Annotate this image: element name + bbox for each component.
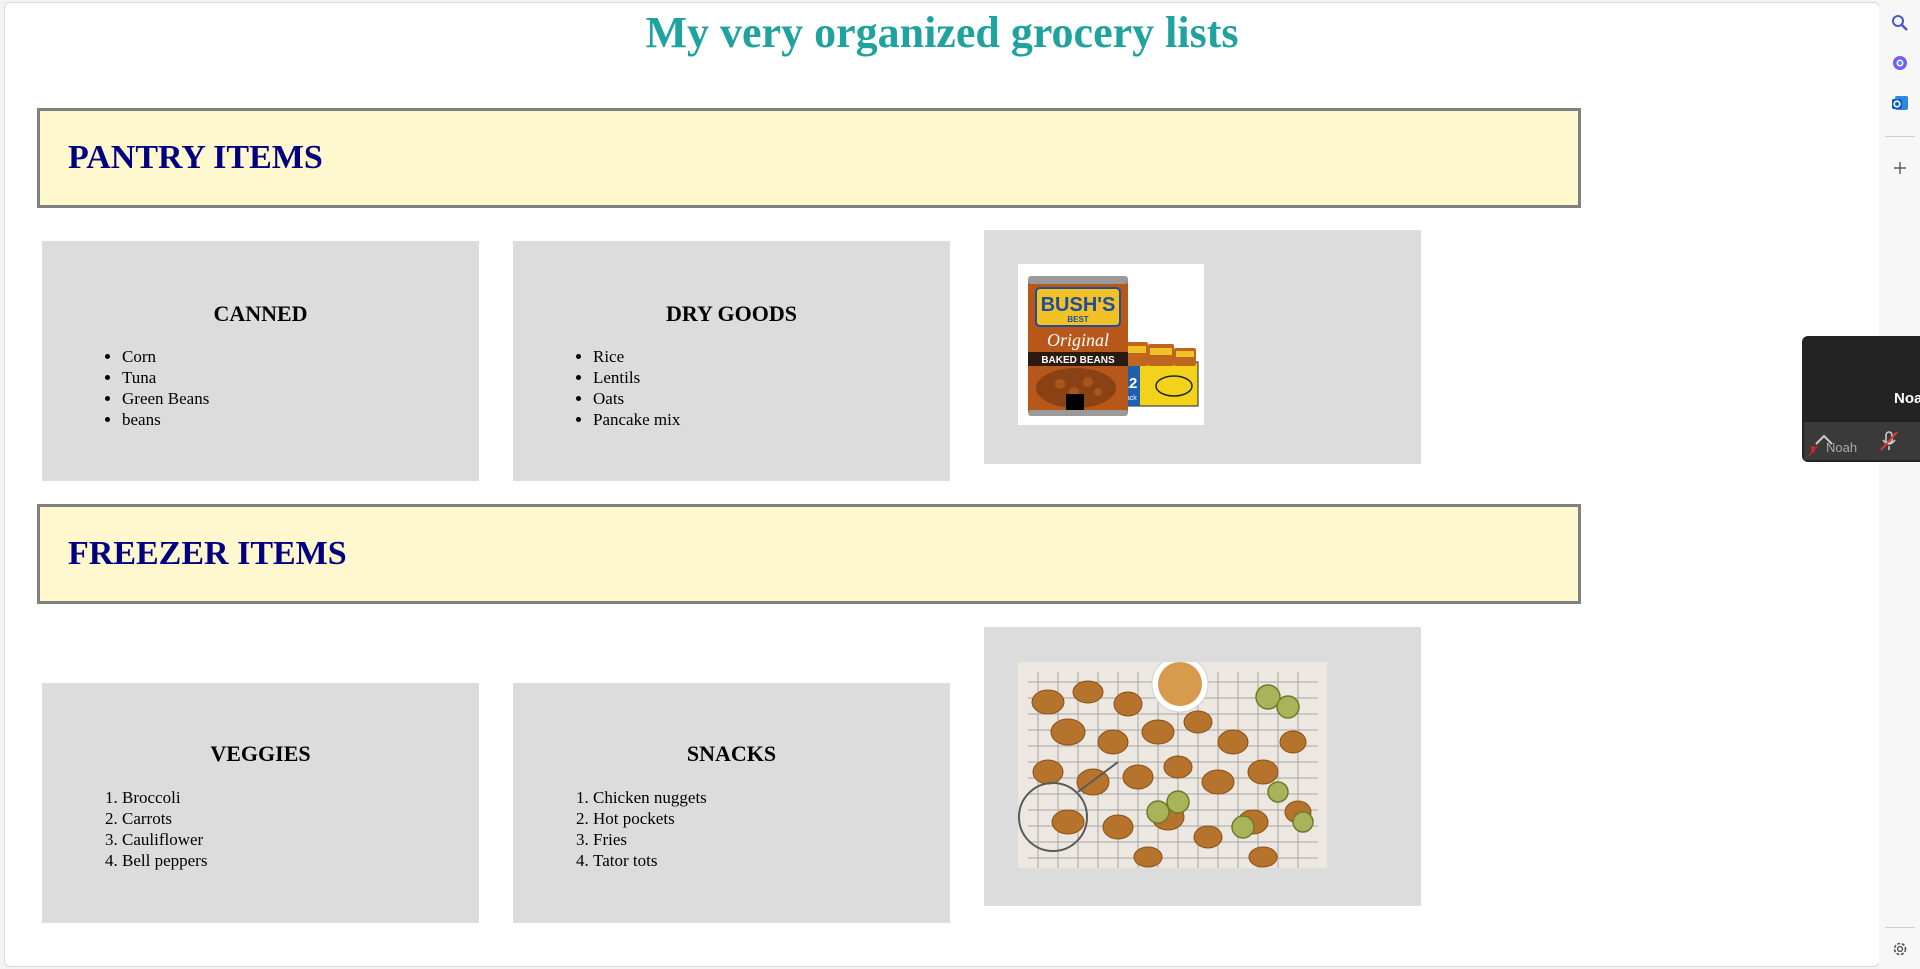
baked-beans-illustration: 12 Pack BUSH'S BEST Original BAKED BEANS — [1028, 276, 1199, 416]
product-label: BAKED BEANS — [1041, 355, 1115, 366]
add-icon[interactable] — [1887, 155, 1913, 181]
card-canned: CANNED Corn Tuna Green Beans beans — [42, 241, 479, 481]
card-heading: CANNED — [213, 301, 308, 326]
mic-off-small-icon — [1808, 444, 1818, 462]
list-item: Oats — [593, 388, 680, 409]
browser-viewport: My very organized grocery lists PANTRY I… — [4, 2, 1880, 967]
brand-sub-label: BEST — [1067, 315, 1088, 324]
list-item: Carrots — [122, 808, 207, 829]
canned-list: Corn Tuna Green Beans beans — [98, 346, 209, 430]
sidebar-divider — [1885, 136, 1915, 137]
brand-label: BUSH'S — [1041, 294, 1116, 316]
baked-beans-image: 12 Pack BUSH'S BEST Original BAKED BEANS — [1018, 264, 1204, 425]
list-item: Lentils — [593, 367, 680, 388]
list-item: Tator tots — [593, 850, 707, 871]
page-title: My very organized grocery lists — [645, 8, 1239, 57]
floating-meeting-panel[interactable]: Noa Noah — [1802, 336, 1920, 462]
card-snacks: SNACKS Chicken nuggets Hot pockets Fries… — [513, 683, 950, 923]
list-item: Cauliflower — [122, 829, 207, 850]
chicken-nuggets-illustration — [1018, 662, 1327, 868]
list-item: Corn — [122, 346, 209, 367]
list-item: Broccoli — [122, 787, 207, 808]
mic-off-icon[interactable] — [1878, 430, 1900, 457]
list-item: beans — [122, 409, 209, 430]
outlook-icon[interactable] — [1887, 90, 1913, 116]
meeting-controls-bar: Noah — [1804, 422, 1920, 460]
list-item: Green Beans — [122, 388, 209, 409]
card-heading: VEGGIES — [210, 741, 311, 766]
card-veggies: VEGGIES Broccoli Carrots Cauliflower Bel… — [42, 683, 479, 923]
section-heading: PANTRY ITEMS — [68, 139, 323, 176]
flavor-label: Original — [1047, 330, 1109, 350]
card-image-freezer — [984, 627, 1421, 906]
copilot-icon[interactable] — [1887, 50, 1913, 76]
snacks-list: Chicken nuggets Hot pockets Fries Tator … — [569, 787, 707, 871]
card-heading: SNACKS — [686, 741, 777, 766]
list-item: Bell peppers — [122, 850, 207, 871]
chicken-nuggets-image — [1018, 662, 1327, 868]
list-item: Pancake mix — [593, 409, 680, 430]
list-item: Rice — [593, 346, 680, 367]
list-item: Hot pockets — [593, 808, 707, 829]
section-heading: FREEZER ITEMS — [68, 535, 347, 572]
card-heading: DRY GOODS — [665, 301, 798, 326]
search-icon[interactable] — [1887, 10, 1913, 36]
list-item: Fries — [593, 829, 707, 850]
list-item: Chicken nuggets — [593, 787, 707, 808]
browser-sidebar — [1879, 0, 1920, 969]
card-dry-goods: DRY GOODS Rice Lentils Oats Pancake mix — [513, 241, 950, 481]
participant-name: Noah — [1826, 440, 1858, 455]
participant-name-header: Noa — [1894, 390, 1920, 407]
sidebar-divider — [1885, 927, 1915, 928]
section-banner-pantry: PANTRY ITEMS — [37, 108, 1581, 208]
dry-goods-list: Rice Lentils Oats Pancake mix — [569, 346, 680, 430]
settings-icon[interactable] — [1887, 936, 1913, 962]
veggies-list: Broccoli Carrots Cauliflower Bell pepper… — [98, 787, 207, 871]
section-banner-freezer: FREEZER ITEMS — [37, 504, 1581, 604]
list-item: Tuna — [122, 367, 209, 388]
card-image-pantry: 12 Pack BUSH'S BEST Original BAKED BEANS — [984, 230, 1421, 464]
